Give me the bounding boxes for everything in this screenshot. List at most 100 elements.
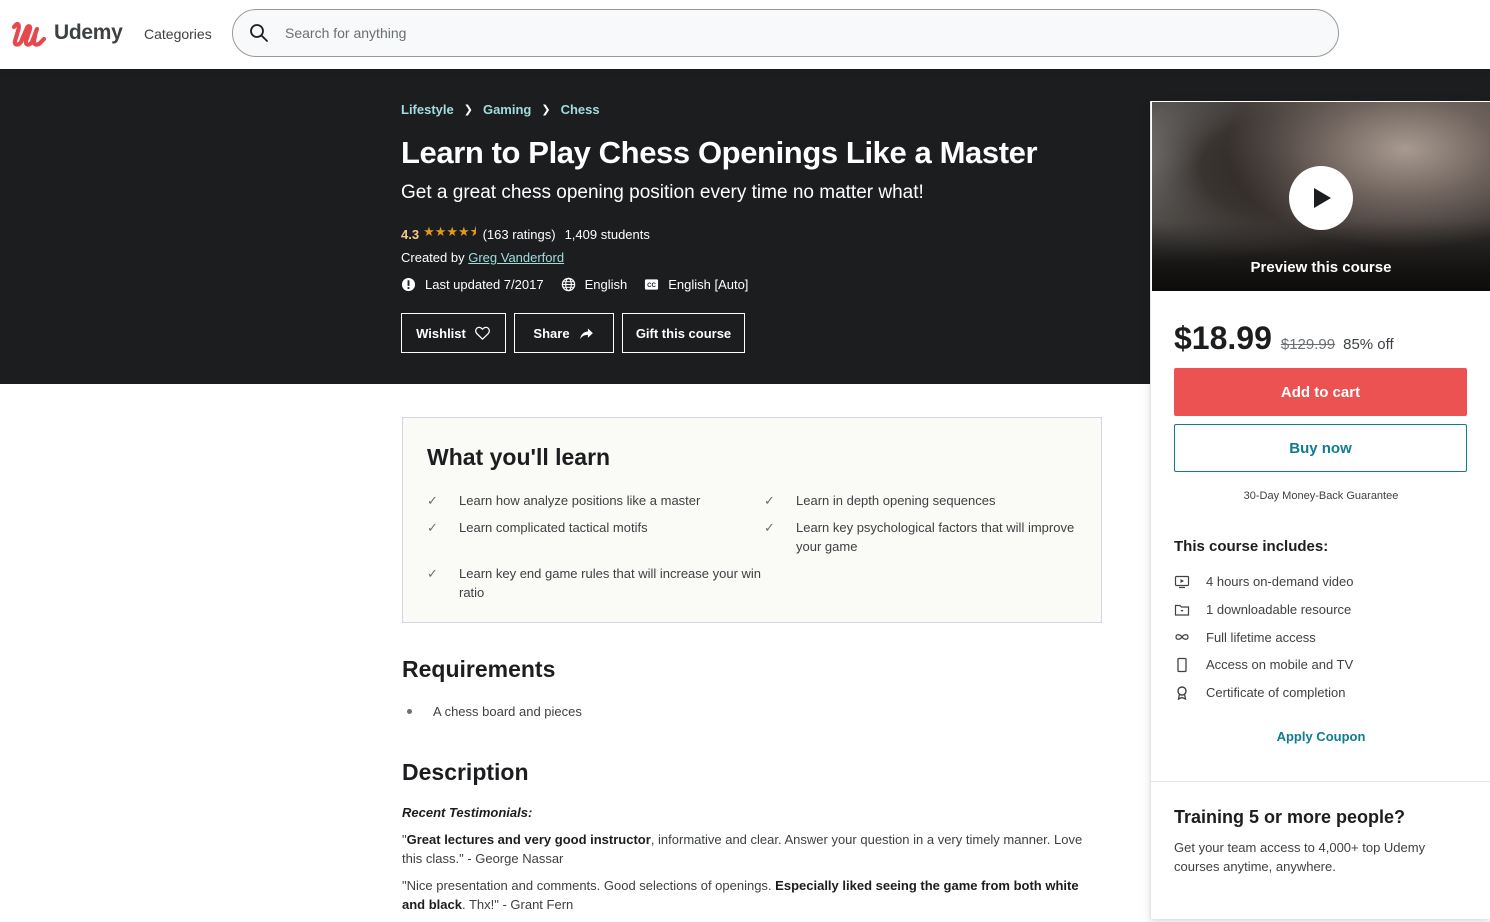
course-preview-video[interactable]: Preview this course [1151,101,1490,292]
star-rating-icon: ★★★★⯨ [423,224,477,239]
includes-item-label: 4 hours on-demand video [1206,574,1354,590]
learn-item: ✓ Learn in depth opening sequences [764,491,1084,510]
gift-course-button[interactable]: Gift this course [622,313,745,353]
rating-value: 4.3 [401,226,420,242]
course-title: Learn to Play Chess Openings Like a Mast… [401,135,1038,170]
wishlist-button[interactable]: Wishlist [401,313,506,353]
course-subtitle: Get a great chess opening position every… [401,182,924,203]
includes-item: 1 downloadable resource [1174,596,1353,624]
course-captions: CC English [Auto] [644,277,748,292]
money-back-guarantee: 30-Day Money-Back Guarantee [1243,490,1399,502]
course-meta: Last updated 7/2017 English CC English [… [401,277,765,292]
testimonial-highlight: Great lectures and very good instructor [406,832,651,847]
apply-coupon-button[interactable]: Apply Coupon [1151,729,1490,744]
share-arrow-icon [579,328,593,339]
brand-name: Udemy [54,21,123,44]
learn-list: ✓ Learn how analyze positions like a mas… [427,491,1087,602]
created-by: Created by Greg Vanderford [401,250,564,265]
top-header: Udemy Categories [0,0,1490,69]
ratings-count-link[interactable]: (163 ratings) [483,227,556,242]
captions-text: English [Auto] [668,277,749,292]
current-price: $18.99 [1174,320,1272,356]
rating-row: 4.3 ★★★★⯨ (163 ratings) 1,409 students [401,223,650,245]
breadcrumb-gaming[interactable]: Gaming [483,102,531,117]
learn-item: ✓ Learn how analyze positions like a mas… [427,491,764,510]
learn-item-text: Learn how analyze positions like a maste… [459,493,701,508]
divider [1151,781,1490,782]
learn-item-text: Learn key end game rules that will incre… [459,566,762,600]
play-icon [1314,188,1331,208]
includes-item: Access on mobile and TV [1174,651,1353,679]
price-row: $18.99 $129.99 85% off [1174,320,1394,357]
includes-item: Certificate of completion [1174,679,1353,707]
share-label: Share [533,325,570,341]
testimonials-heading-text: Recent Testimonials: [402,805,533,820]
requirement-text: A chess board and pieces [433,704,582,719]
students-count: 1,409 students [564,226,650,242]
hero-actions: Wishlist Share Gift this course [401,313,753,353]
chevron-right-icon: ❯ [463,104,473,116]
includes-item-label: 1 downloadable resource [1206,602,1352,618]
learn-item-text: Learn in depth opening sequences [796,493,996,508]
includes-item: Full lifetime access [1174,623,1353,651]
share-button[interactable]: Share [514,313,614,353]
alert-badge-icon [401,277,416,292]
search-icon[interactable] [249,23,269,43]
video-icon [1174,575,1190,588]
breadcrumb-chess[interactable]: Chess [561,102,600,117]
udemy-logo-icon [11,21,47,47]
breadcrumb-lifestyle[interactable]: Lifestyle [401,102,454,117]
learn-item-text: Learn complicated tactical motifs [459,520,648,535]
categories-menu[interactable]: Categories [144,26,212,42]
closed-captions-icon: CC [645,279,659,290]
heart-icon [474,326,490,340]
mobile-icon [1177,657,1187,673]
add-to-cart-button[interactable]: Add to cart [1174,368,1467,416]
play-button[interactable] [1289,166,1353,230]
breadcrumb: Lifestyle ❯ Gaming ❯ Chess [401,102,600,117]
svg-text:CC: CC [647,282,656,289]
search-input[interactable] [285,25,1185,41]
checkmark-icon: ✓ [427,520,438,535]
checkmark-icon: ✓ [427,493,438,508]
requirement-item: A chess board and pieces [402,704,582,719]
search-bar[interactable] [232,9,1339,57]
course-language: English [561,277,627,292]
bullet-icon [407,709,412,714]
globe-icon [561,277,575,292]
includes-item-label: Certificate of completion [1206,685,1346,701]
testimonials-heading: Recent Testimonials: [402,803,1102,822]
checkmark-icon: ✓ [764,493,775,508]
discount-percent: 85% off [1343,336,1394,353]
learn-item: ✓ Learn key end game rules that will inc… [427,564,764,602]
created-by-label: Created by [401,250,465,265]
instructor-link[interactable]: Greg Vanderford [468,250,564,265]
what-youll-learn-box: What you'll learn ✓ Learn how analyze po… [402,417,1102,623]
learn-item: ✓ Learn key psychological factors that w… [764,518,1084,556]
training-title: Training 5 or more people? [1174,807,1406,827]
original-price: $129.99 [1280,336,1336,353]
udemy-logo[interactable]: Udemy [10,17,123,49]
preview-label: Preview this course [1250,259,1392,276]
includes-item-label: Full lifetime access [1206,629,1316,645]
description-body: Recent Testimonials: "Great lectures and… [402,803,1102,922]
testimonial-text: "Nice presentation and comments. Good se… [402,878,776,893]
preview-shade [1152,221,1490,291]
includes-title: This course includes: [1174,538,1329,555]
infinity-icon [1175,634,1189,641]
requirements-title: Requirements [402,656,556,682]
learn-title: What you'll learn [427,444,611,470]
includes-item: 4 hours on-demand video [1174,568,1353,596]
testimonial: "Great lectures and very good instructor… [402,830,1102,868]
buy-now-button[interactable]: Buy now [1174,424,1467,472]
requirements-list: A chess board and pieces [402,704,582,719]
description-title: Description [402,759,529,785]
purchase-sidebar: Preview this course $18.99 $129.99 85% o… [1150,101,1490,919]
last-updated-text: Last updated 7/2017 [425,277,544,292]
testimonial: "Nice presentation and comments. Good se… [402,876,1102,914]
checkmark-icon: ✓ [427,566,438,581]
testimonial-text: . Thx!" - Grant Fern [461,897,574,912]
chevron-right-icon: ❯ [541,104,551,116]
includes-item-label: Access on mobile and TV [1206,657,1354,673]
certificate-icon [1177,685,1187,700]
